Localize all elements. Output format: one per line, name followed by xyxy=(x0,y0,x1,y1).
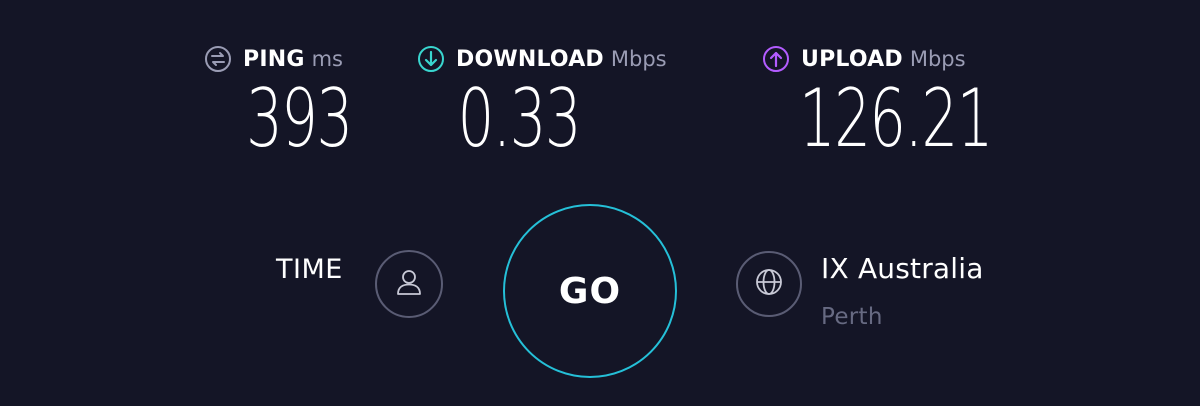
download-arrow-icon xyxy=(417,45,445,73)
user-button[interactable] xyxy=(375,250,443,318)
upload-label: UPLOAD xyxy=(801,46,903,72)
ping-unit: ms xyxy=(311,47,343,71)
upload-header: UPLOAD Mbps xyxy=(762,44,966,74)
globe-icon xyxy=(752,265,786,303)
ping-header: PING ms xyxy=(204,44,343,74)
go-button[interactable]: GO xyxy=(503,204,677,378)
download-label: DOWNLOAD xyxy=(456,46,604,72)
ping-label: PING xyxy=(243,46,305,72)
upload-unit: Mbps xyxy=(909,47,966,71)
download-header: DOWNLOAD Mbps xyxy=(417,44,667,74)
download-unit: Mbps xyxy=(610,47,667,71)
user-icon xyxy=(392,265,426,303)
server-city: Perth xyxy=(821,304,883,330)
download-value: 0.33 xyxy=(457,72,582,165)
ping-value: 393 xyxy=(246,72,353,165)
go-label: GO xyxy=(558,270,622,312)
speedtest-panel: PING ms 393 DOWNLOAD Mbps 0.33 UPLOAD Mb… xyxy=(0,0,1200,406)
ping-icon xyxy=(204,45,232,73)
upload-value: 126.21 xyxy=(799,72,993,165)
server-name[interactable]: IX Australia xyxy=(821,252,984,285)
server-select-button[interactable] xyxy=(736,251,802,317)
upload-arrow-icon xyxy=(762,45,790,73)
time-label: TIME xyxy=(276,254,343,285)
